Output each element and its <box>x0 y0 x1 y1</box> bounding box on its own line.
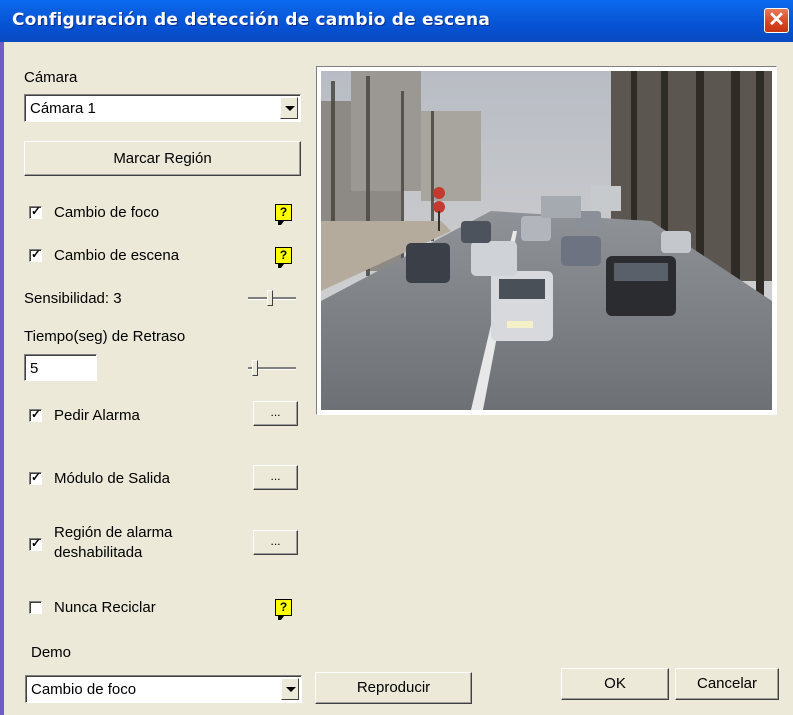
close-icon[interactable]: ✕ <box>764 8 789 33</box>
scene-change-label: Cambio de escena <box>54 247 180 264</box>
output-module-settings-button[interactable]: ... <box>253 465 298 490</box>
title-bar[interactable]: Configuración de detección de cambio de … <box>0 0 793 42</box>
disabled-alarm-region-label-line1: Región de alarma <box>54 524 173 541</box>
chevron-down-icon[interactable] <box>281 678 299 700</box>
focus-change-checkbox[interactable]: ✓ <box>29 204 42 219</box>
delay-label: Tiempo(seg) de Retraso <box>24 328 186 345</box>
camera-preview-image <box>321 71 772 410</box>
play-demo-button[interactable]: Reproducir <box>315 672 472 704</box>
camera-select[interactable]: Cámara 1 <box>24 94 301 122</box>
delay-input-value: 5 <box>30 360 39 377</box>
disabled-alarm-region-label-line2: deshabilitada <box>54 544 143 561</box>
scene-change-checkbox[interactable]: ✓ <box>29 247 42 262</box>
demo-label: Demo <box>31 644 72 661</box>
camera-preview <box>316 66 777 415</box>
delay-input[interactable]: 5 <box>24 354 97 381</box>
alarm-request-settings-button[interactable]: ... <box>253 401 298 426</box>
sensitivity-slider-thumb[interactable] <box>267 290 273 306</box>
help-icon[interactable]: ? <box>275 247 292 268</box>
window-title: Configuración de detección de cambio de … <box>12 10 490 30</box>
focus-change-label: Cambio de foco <box>54 204 160 221</box>
mark-region-button[interactable]: Marcar Región <box>24 141 301 176</box>
camera-label: Cámara <box>24 69 78 86</box>
demo-select-value: Cambio de foco <box>31 681 137 698</box>
window-left-edge <box>0 42 4 715</box>
output-module-label: Módulo de Salida <box>54 470 170 487</box>
help-icon[interactable]: ? <box>275 599 292 620</box>
sensitivity-label: Sensibilidad: 3 <box>24 290 122 307</box>
camera-select-value: Cámara 1 <box>30 100 96 117</box>
disabled-alarm-region-settings-button[interactable]: ... <box>253 530 298 555</box>
demo-select[interactable]: Cambio de foco <box>25 675 302 703</box>
disabled-alarm-region-checkbox[interactable]: ✓ <box>29 536 42 551</box>
never-recycle-checkbox[interactable] <box>29 601 42 614</box>
chevron-down-icon[interactable] <box>280 97 298 119</box>
output-module-checkbox[interactable]: ✓ <box>29 470 42 485</box>
delay-slider-thumb[interactable] <box>252 360 258 376</box>
never-recycle-label: Nunca Reciclar <box>54 599 156 616</box>
ok-button[interactable]: OK <box>561 668 669 700</box>
alarm-request-checkbox[interactable]: ✓ <box>29 407 42 422</box>
cancel-button[interactable]: Cancelar <box>675 668 779 700</box>
help-icon[interactable]: ? <box>275 204 292 225</box>
alarm-request-label: Pedir Alarma <box>54 407 140 424</box>
